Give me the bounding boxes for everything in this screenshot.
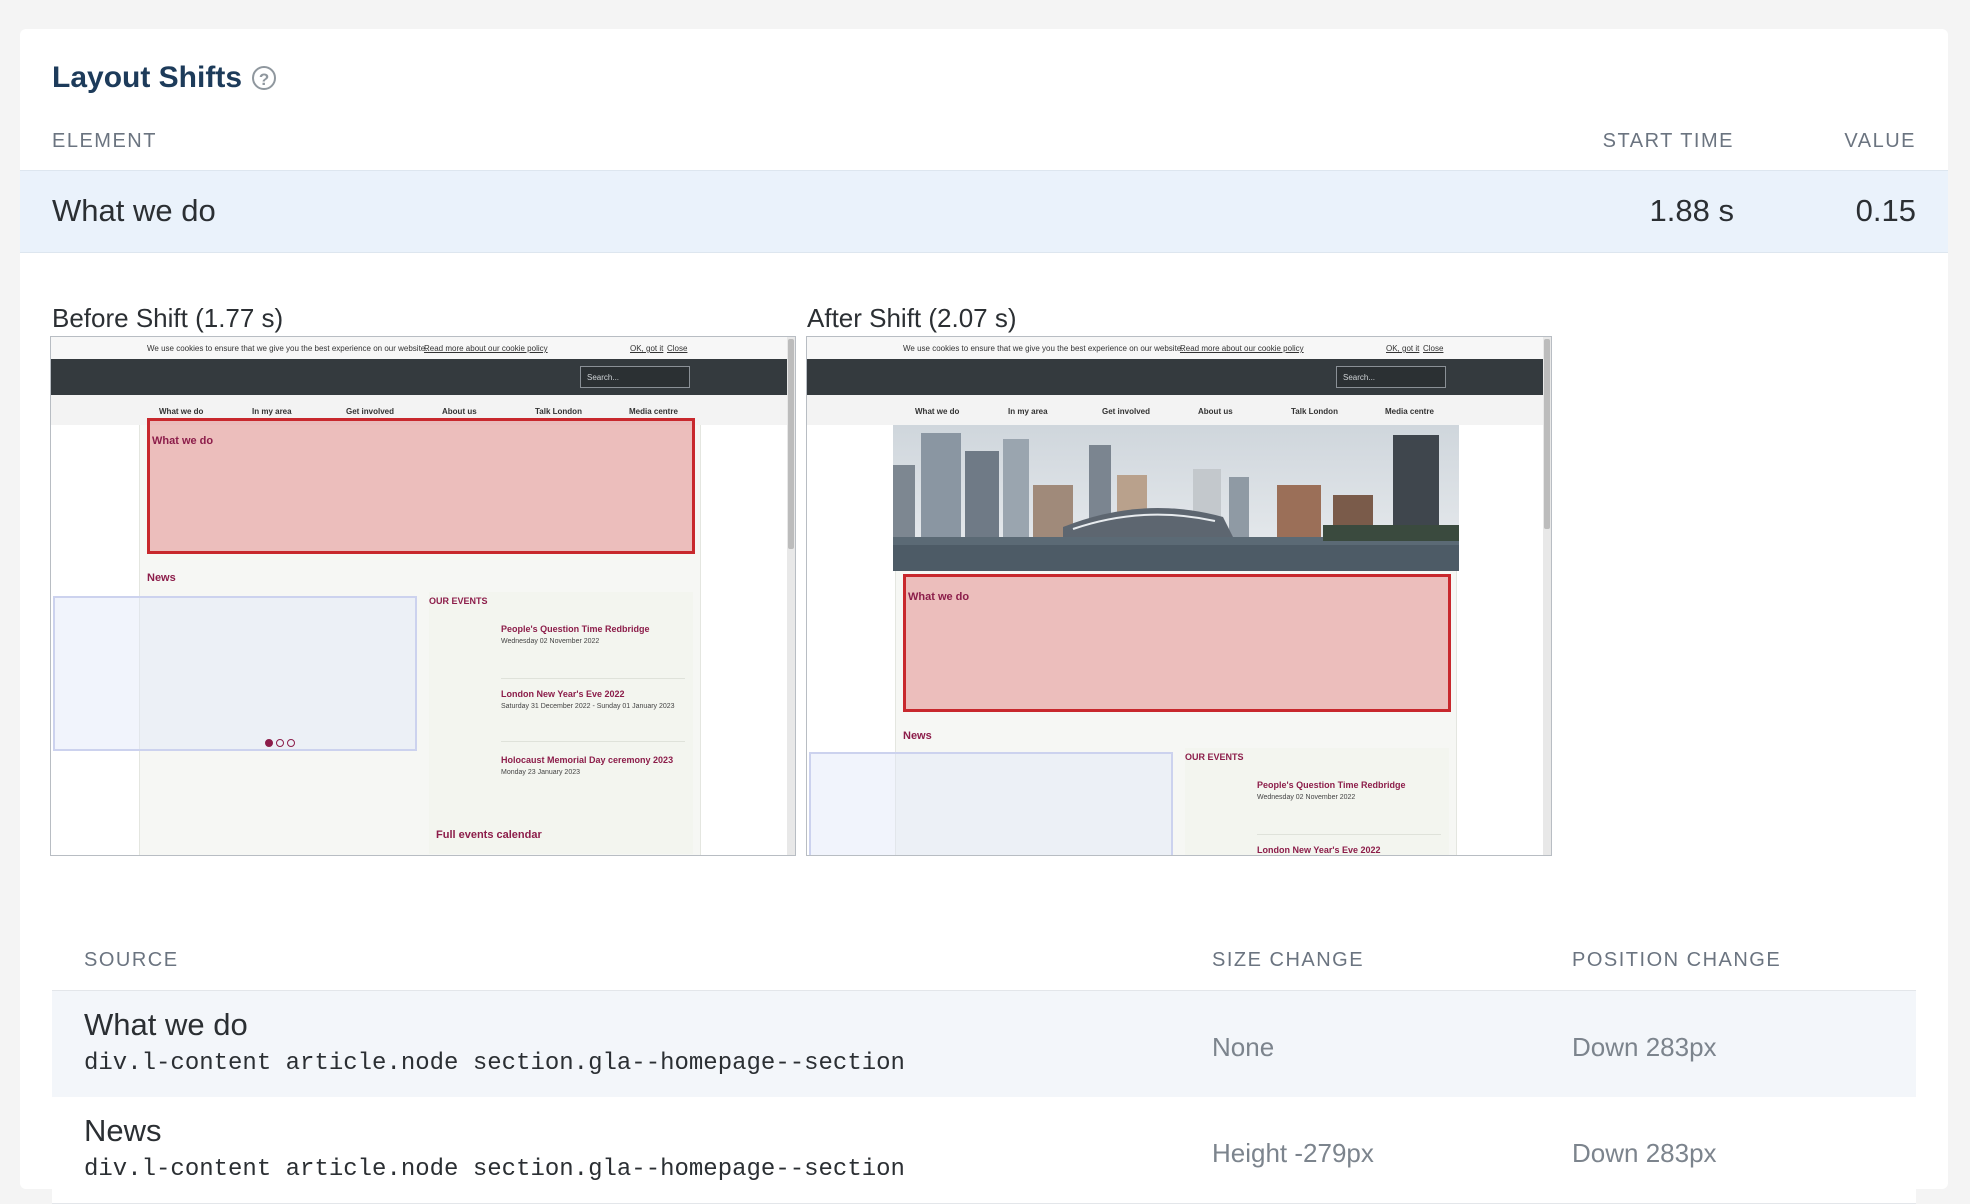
source-size-change: None — [1212, 1032, 1275, 1062]
shifted-element-highlight: What we do — [147, 418, 695, 554]
site-nav-item: Get involved — [1102, 407, 1151, 416]
news-region-box — [53, 596, 417, 751]
source-row[interactable]: News div.l-content article.node section.… — [52, 1097, 1916, 1204]
event-separator — [501, 678, 685, 679]
hero-image — [893, 425, 1459, 571]
event-title: People's Question Time Redbridge — [1257, 780, 1406, 790]
shifted-element-highlight: What we do — [903, 574, 1451, 712]
event-date: Monday 23 January 2023 — [501, 769, 580, 776]
site-nav-item: In my area — [252, 407, 292, 416]
cookie-ok: OK, got it — [1386, 344, 1420, 353]
carousel-dot — [265, 739, 273, 747]
events-heading: OUR EVENTS — [1185, 752, 1244, 762]
after-shift-label: After Shift (2.07 s) — [807, 303, 1017, 333]
site-nav-item: About us — [442, 407, 477, 416]
highlight-label: What we do — [152, 435, 214, 447]
cookie-link: Read more about our cookie policy — [1180, 344, 1304, 353]
column-header-position-change: POSITION CHANGE — [1572, 949, 1782, 971]
before-shift-screenshot: We use cookies to ensure that we give yo… — [50, 336, 796, 856]
site-nav-item: What we do — [915, 407, 960, 416]
event-title: London New Year's Eve 2022 — [501, 689, 625, 699]
column-header-start-time: START TIME — [1602, 130, 1734, 152]
source-name: News — [84, 1113, 162, 1148]
layout-shift-row[interactable]: What we do 1.88 s 0.15 — [20, 170, 1948, 253]
site-nav-item: In my area — [1008, 407, 1048, 416]
section-title: Layout Shifts — [52, 61, 243, 94]
site-nav-item: About us — [1198, 407, 1233, 416]
shift-value: 0.15 — [1855, 193, 1916, 228]
site-nav-item: Talk London — [535, 407, 582, 416]
column-header-size-change: SIZE CHANGE — [1212, 949, 1365, 971]
column-header-value: VALUE — [1844, 130, 1916, 152]
site-header-bar: Search... — [51, 359, 795, 395]
source-row[interactable]: What we do div.l-content article.node se… — [52, 990, 1916, 1098]
cookie-banner: We use cookies to ensure that we give yo… — [807, 337, 1551, 359]
shift-start-time: 1.88 s — [1649, 193, 1734, 228]
thumb-scrollbar — [787, 337, 795, 855]
event-title: People's Question Time Redbridge — [501, 624, 650, 634]
cookie-close: Close — [667, 344, 688, 353]
cookie-text: We use cookies to ensure that we give yo… — [147, 344, 428, 353]
thumb-scrollbar — [1543, 337, 1551, 855]
thumb-scrollbar-thumb — [788, 339, 794, 549]
site-nav-item: Media centre — [629, 407, 678, 416]
event-title: London New Year's Eve 2022 — [1257, 845, 1381, 855]
help-icon[interactable]: ? — [252, 66, 277, 90]
column-header-element: ELEMENT — [52, 130, 157, 152]
site-search-box: Search... — [1336, 366, 1446, 388]
cookie-link: Read more about our cookie policy — [424, 344, 548, 353]
news-heading: News — [147, 572, 176, 584]
cookie-ok: OK, got it — [630, 344, 664, 353]
event-date: Saturday 31 December 2022 - Sunday 01 Ja… — [501, 703, 675, 710]
events-column — [1185, 748, 1449, 855]
carousel-dots — [265, 739, 295, 747]
before-shift-label: Before Shift (1.77 s) — [52, 303, 284, 333]
carousel-dot — [276, 739, 284, 747]
shift-element-name: What we do — [52, 193, 216, 228]
source-name: What we do — [84, 1007, 248, 1042]
site-nav-item: Get involved — [346, 407, 395, 416]
news-heading: News — [903, 730, 932, 742]
site-nav-item: Talk London — [1291, 407, 1338, 416]
cookie-text: We use cookies to ensure that we give yo… — [903, 344, 1184, 353]
highlight-label: What we do — [908, 591, 970, 603]
cookie-banner: We use cookies to ensure that we give yo… — [51, 337, 795, 359]
column-header-source: SOURCE — [84, 949, 179, 971]
source-selector: div.l-content article.node section.gla--… — [84, 1050, 905, 1077]
thumb-scrollbar-thumb — [1544, 339, 1550, 529]
events-heading: OUR EVENTS — [429, 596, 488, 606]
event-title: Holocaust Memorial Day ceremony 2023 — [501, 755, 674, 765]
source-position-change: Down 283px — [1572, 1032, 1717, 1062]
section-header: Layout Shifts ? — [52, 61, 277, 95]
news-region-box — [809, 752, 1173, 855]
after-shift-screenshot: We use cookies to ensure that we give yo… — [806, 336, 1552, 856]
source-selector: div.l-content article.node section.gla--… — [84, 1156, 905, 1183]
event-separator — [1257, 834, 1441, 835]
site-header-bar: Search... — [807, 359, 1551, 395]
event-separator — [501, 741, 685, 742]
layout-shifts-card: Layout Shifts ? ELEMENT START TIME VALUE… — [20, 29, 1948, 1204]
source-size-change: Height -279px — [1212, 1138, 1374, 1168]
site-nav-item: Media centre — [1385, 407, 1434, 416]
full-events-calendar-link: Full events calendar — [436, 829, 542, 841]
event-date: Wednesday 02 November 2022 — [501, 638, 600, 645]
event-date: Wednesday 02 November 2022 — [1257, 794, 1356, 801]
site-search-box: Search... — [580, 366, 690, 388]
carousel-dot — [287, 739, 295, 747]
site-nav-item: What we do — [159, 407, 204, 416]
cookie-close: Close — [1423, 344, 1444, 353]
source-position-change: Down 283px — [1572, 1138, 1717, 1168]
site-nav: What we do In my area Get involved About… — [807, 395, 1551, 425]
